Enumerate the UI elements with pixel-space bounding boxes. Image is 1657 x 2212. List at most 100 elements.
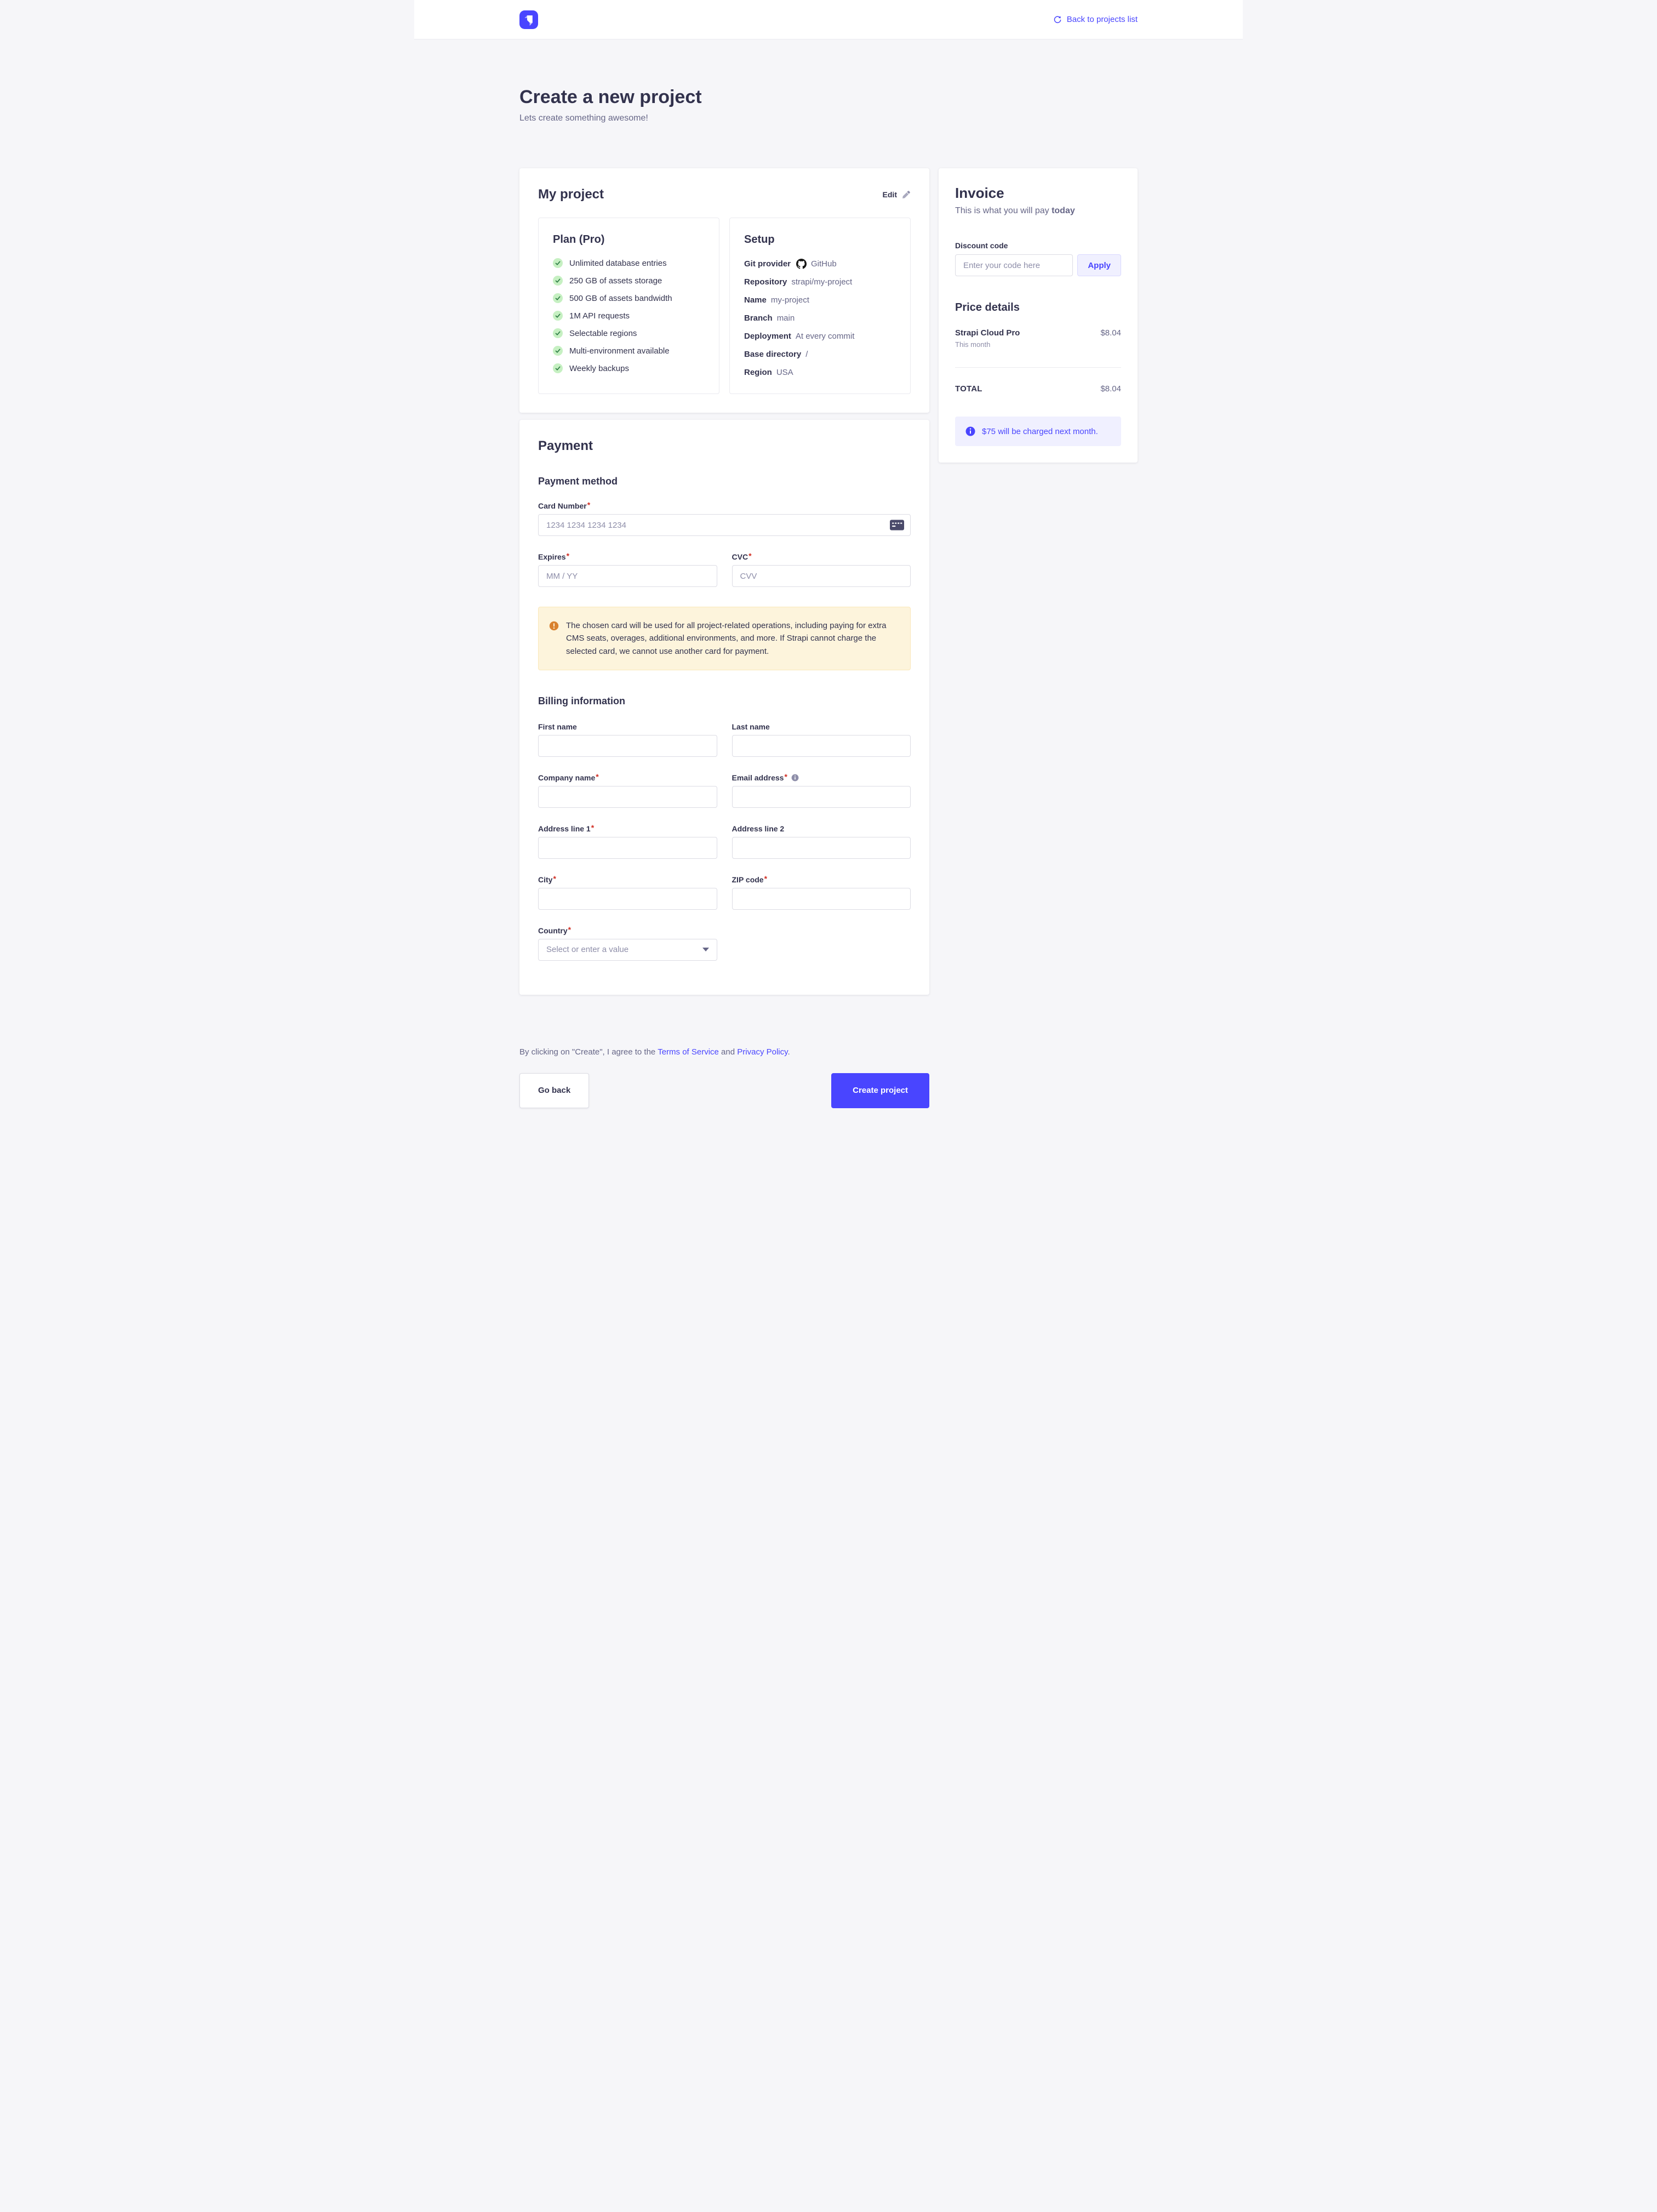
page: Back to projects list Create a new proje… [414,0,1243,1168]
main-column: My project Edit Plan (Pro) [519,168,929,1168]
top-bar: Back to projects list [414,0,1243,39]
billing-information-title: Billing information [538,695,911,707]
warning-text: The chosen card will be used for all pro… [566,619,898,658]
exclamation-circle-icon [548,620,559,631]
setup-title: Setup [744,233,896,246]
info-circle-icon [965,426,976,437]
note-text: $75 will be charged next month. [982,427,1098,436]
total-amount: $8.04 [1100,384,1121,394]
agreement-text: By clicking on "Create", I agree to the … [519,1047,929,1057]
required-asterisk: * [764,874,767,883]
discount-code-input[interactable] [955,254,1073,276]
plan-feature: Weekly backups [553,363,705,373]
invoice-divider [955,367,1121,368]
last-name-label: Last name [732,722,911,731]
city-input[interactable] [538,888,717,910]
required-asterisk: * [748,551,751,560]
invoice-total-row: TOTAL $8.04 [955,384,1121,394]
address-line-2-input[interactable] [732,837,911,859]
plan-feature: Unlimited database entries [553,258,705,268]
country-label: Country* [538,926,717,935]
check-icon [553,276,563,286]
setup-row: RegionUSA [744,367,896,378]
expires-input[interactable] [538,565,717,587]
address-line-2-field-block: Address line 2 [732,824,911,859]
strapi-logo [519,10,538,29]
first-name-label: First name [538,722,717,731]
next-month-charge-note: $75 will be charged next month. [955,417,1121,446]
setup-row: Repositorystrapi/my-project [744,276,896,288]
check-icon [553,363,563,373]
edit-label: Edit [883,190,897,199]
first-name-input[interactable] [538,735,717,757]
required-asterisk: * [553,874,556,883]
info-icon [791,774,799,782]
apply-discount-button[interactable]: Apply [1077,254,1121,276]
company-name-field-block: Company name* [538,773,717,808]
setup-row: Base directory/ [744,349,896,360]
cvc-field-block: CVC* [732,552,911,587]
back-to-projects-link[interactable]: Back to projects list [1053,15,1138,24]
credit-card-icon [890,520,904,531]
plan-feature: Multi-environment available [553,346,705,356]
address-line-1-label: Address line 1* [538,824,717,833]
setup-row: DeploymentAt every commit [744,330,896,342]
setup-row: Branchmain [744,312,896,324]
discount-code-label: Discount code [955,241,1121,250]
country-select[interactable]: Select or enter a value [538,939,717,961]
github-icon [796,259,807,269]
expires-label: Expires* [538,552,717,561]
go-back-button[interactable]: Go back [519,1073,589,1108]
payment-method-title: Payment method [538,476,911,487]
address-line-1-field-block: Address line 1* [538,824,717,859]
plan-panel: Plan (Pro) Unlimited database entries 25… [538,218,719,394]
card-number-label: Card Number* [538,501,911,510]
email-input[interactable] [732,786,911,808]
check-icon [553,328,563,338]
required-asterisk: * [596,772,598,781]
email-field-block: Email address* [732,773,911,808]
required-asterisk: * [587,500,590,509]
card-number-field-block: Card Number* [538,501,911,536]
zip-code-label: ZIP code* [732,875,911,884]
page-title: Create a new project [519,87,1138,108]
check-icon [553,293,563,303]
pencil-icon [902,190,911,199]
privacy-policy-link[interactable]: Privacy Policy [737,1047,787,1057]
required-asterisk: * [784,772,787,781]
cvc-input[interactable] [732,565,911,587]
chevron-down-icon [702,948,709,951]
card-number-input[interactable] [538,514,911,536]
last-name-field-block: Last name [732,722,911,757]
company-name-input[interactable] [538,786,717,808]
setup-row-git-provider: Git provider GitHub [744,258,896,270]
form-footer: By clicking on "Create", I agree to the … [519,1047,929,1168]
payment-card: Payment Payment method Card Number* [519,420,929,995]
project-summary-card: My project Edit Plan (Pro) [519,168,929,413]
country-select-placeholder: Select or enter a value [546,945,628,954]
edit-project-button[interactable]: Edit [883,190,911,199]
check-icon [553,346,563,356]
last-name-input[interactable] [732,735,911,757]
city-label: City* [538,875,717,884]
terms-of-service-link[interactable]: Terms of Service [658,1047,719,1057]
required-asterisk: * [591,823,594,832]
cvc-label: CVC* [732,552,911,561]
invoice-card: Invoice This is what you will pay today … [939,168,1138,463]
check-icon [553,258,563,268]
project-card-title: My project [538,187,604,202]
invoice-title: Invoice [955,185,1121,202]
price-details-title: Price details [955,301,1121,314]
plan-feature: Selectable regions [553,328,705,338]
zip-code-input[interactable] [732,888,911,910]
setup-row: Namemy-project [744,294,896,306]
line-item-amount: $8.04 [1100,328,1121,338]
create-project-button[interactable]: Create project [831,1073,929,1108]
address-line-1-input[interactable] [538,837,717,859]
total-label: TOTAL [955,384,982,394]
address-line-2-label: Address line 2 [732,824,911,833]
expires-field-block: Expires* [538,552,717,587]
card-usage-warning-banner: The chosen card will be used for all pro… [538,607,911,670]
plan-feature: 1M API requests [553,311,705,321]
plan-feature: 250 GB of assets storage [553,276,705,286]
